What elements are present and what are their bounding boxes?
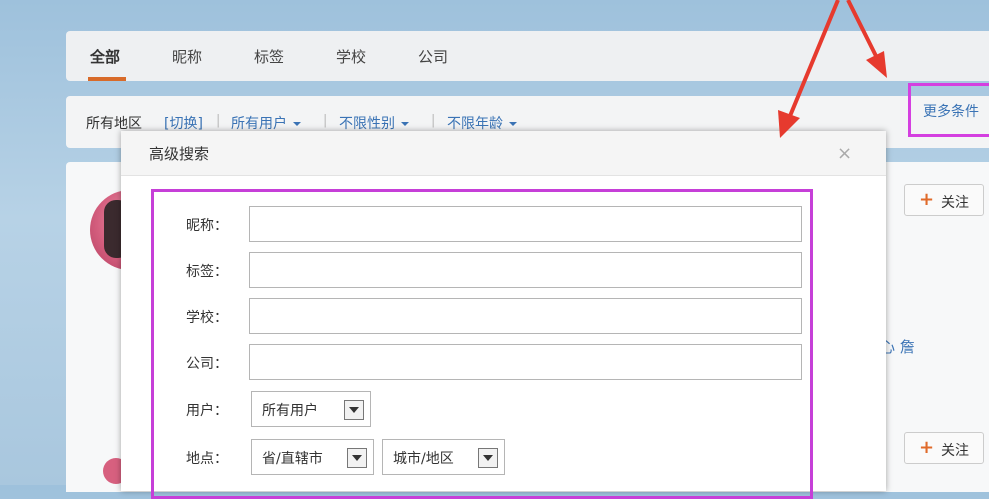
tag-label: 标签： [186,264,228,280]
chevron-down-icon [478,448,498,468]
city-value: 城市/地区 [393,451,454,467]
tab-nickname[interactable]: 昵称 [172,46,202,67]
plus-icon: + [919,189,935,210]
company-input[interactable] [249,344,802,380]
dialog-title: 高级搜索 [149,145,210,163]
tab-company[interactable]: 公司 [418,46,448,67]
company-label: 公司： [186,356,228,372]
province-select[interactable]: 省/直辖市 [251,439,374,475]
active-tab-indicator [88,77,126,81]
users-dropdown-label: 所有用户 [231,116,287,132]
city-select[interactable]: 城市/地区 [382,439,505,475]
user-type-label: 用户： [186,403,228,419]
plus-icon: + [919,437,935,458]
filter-separator: | [216,113,221,128]
gender-dropdown-label: 不限性别 [339,116,395,132]
follow-button-label: 关注 [941,443,969,459]
chevron-down-icon [293,122,301,126]
filter-separator: | [323,113,328,128]
location-label: 地点： [186,451,228,467]
more-conditions-highlight: 更多条件 [908,83,989,137]
chevron-down-icon [509,122,517,126]
dialog-header: 高级搜索 × [121,131,886,176]
follow-button[interactable]: + 关注 [904,184,984,216]
province-value: 省/直辖市 [262,451,323,467]
gender-dropdown[interactable]: 不限性别 [339,113,409,133]
tag-input[interactable] [249,252,802,288]
nickname-label: 昵称： [186,218,228,234]
search-form: 昵称： 标签： 学校： 公司： 用户： 所有用户 地点： 省/直辖市 城市/地区 [151,189,813,499]
tab-all[interactable]: 全部 [90,46,120,67]
school-label: 学校： [186,310,228,326]
users-dropdown[interactable]: 所有用户 [231,113,301,133]
chevron-down-icon [344,400,364,420]
tab-tag[interactable]: 标签 [254,46,284,67]
region-label: 所有地区 [86,116,142,132]
age-dropdown-label: 不限年龄 [447,116,503,132]
chevron-down-icon [347,448,367,468]
nickname-input[interactable] [249,206,802,242]
follow-button-label: 关注 [941,195,969,211]
user-type-value: 所有用户 [262,403,318,419]
close-icon[interactable]: × [837,143,852,164]
chevron-down-icon [401,122,409,126]
advanced-search-dialog: 高级搜索 × 昵称： 标签： 学校： 公司： 用户： 所有用户 地点： 省/直辖… [121,131,886,499]
user-type-select[interactable]: 所有用户 [251,391,371,427]
search-category-tabs: 全部 昵称 标签 学校 公司 [66,31,989,81]
more-conditions-link[interactable]: 更多条件 [923,101,979,121]
filter-separator: | [431,113,436,128]
age-dropdown[interactable]: 不限年龄 [447,113,517,133]
follow-button[interactable]: + 关注 [904,432,984,464]
switch-region-link[interactable]: [切换] [164,113,203,133]
tab-school[interactable]: 学校 [336,46,366,67]
school-input[interactable] [249,298,802,334]
